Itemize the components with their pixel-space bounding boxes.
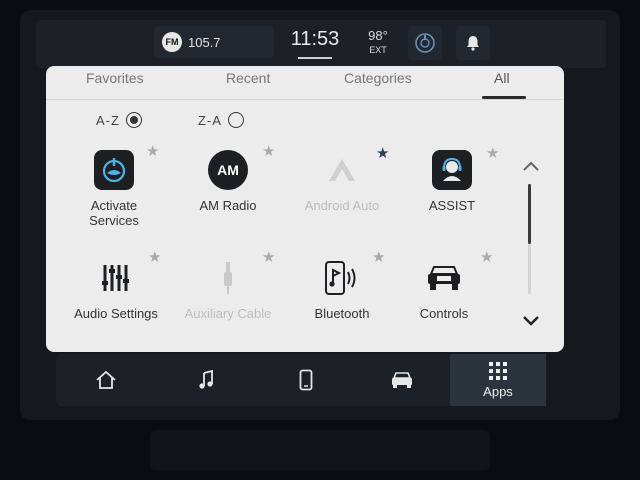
tab-categories[interactable]: Categories bbox=[344, 70, 412, 86]
temperature-value: 98° bbox=[368, 28, 388, 43]
favorite-star-icon[interactable]: ★ bbox=[262, 142, 275, 160]
now-playing-radio[interactable]: FM 105.7 bbox=[154, 26, 274, 58]
sort-za-option[interactable]: Z-A bbox=[198, 112, 244, 128]
nav-vehicle-button[interactable] bbox=[362, 354, 442, 406]
app-label: Bluetooth bbox=[314, 306, 370, 321]
app-label: Android Auto bbox=[304, 198, 380, 213]
clock-underline bbox=[298, 57, 332, 59]
am-radio-icon: AM bbox=[208, 150, 248, 190]
app-label: Activate Services bbox=[89, 198, 139, 228]
activate-services-icon bbox=[94, 150, 134, 190]
assist-headset-icon bbox=[432, 150, 472, 190]
nav-apps-button[interactable]: Apps bbox=[450, 354, 546, 406]
app-label: AM Radio bbox=[199, 198, 257, 213]
sort-az-radio[interactable] bbox=[125, 112, 142, 128]
favorite-star-icon[interactable]: ★ bbox=[486, 144, 499, 162]
status-bar: FM 105.7 11:53 98° EXT bbox=[36, 20, 606, 68]
sort-za-radio[interactable] bbox=[227, 112, 244, 128]
bottom-nav-bar: Apps bbox=[56, 354, 546, 406]
app-label: Controls bbox=[419, 306, 469, 321]
android-auto-icon bbox=[329, 159, 355, 181]
app-label: Auxiliary Cable bbox=[184, 306, 272, 321]
nav-apps-label: Apps bbox=[483, 384, 513, 399]
temperature-label: EXT bbox=[369, 45, 387, 55]
station-frequency: 105.7 bbox=[188, 34, 221, 50]
nav-phone-button[interactable] bbox=[266, 354, 346, 406]
favorite-star-icon[interactable]: ★ bbox=[376, 144, 389, 162]
sort-az-label: A-Z bbox=[96, 112, 120, 128]
apps-tabs: Favorites Recent Categories All bbox=[46, 66, 564, 100]
nav-home-button[interactable] bbox=[66, 354, 146, 406]
app-label: ASSIST bbox=[428, 198, 476, 213]
outside-temperature: 98° EXT bbox=[358, 28, 398, 55]
sort-za-label: Z-A bbox=[198, 112, 222, 128]
bell-icon bbox=[467, 36, 479, 51]
tab-favorites[interactable]: Favorites bbox=[86, 70, 144, 86]
favorite-star-icon[interactable]: ★ bbox=[146, 142, 159, 160]
truck-controls-icon bbox=[428, 266, 460, 290]
favorite-star-icon[interactable]: ★ bbox=[480, 248, 493, 266]
nav-media-button[interactable] bbox=[166, 354, 246, 406]
bluetooth-phone-icon bbox=[325, 261, 356, 295]
favorite-star-icon[interactable]: ★ bbox=[372, 248, 385, 266]
favorite-star-icon[interactable]: ★ bbox=[148, 248, 161, 266]
truck-icon bbox=[392, 372, 412, 388]
music-note-icon bbox=[199, 370, 213, 389]
scrollbar-thumb[interactable] bbox=[528, 184, 531, 244]
app-activate-services[interactable]: Activate Services bbox=[58, 148, 170, 228]
notifications-button[interactable] bbox=[456, 26, 490, 60]
sort-az-option[interactable]: A-Z bbox=[96, 112, 142, 128]
apps-grid-icon bbox=[489, 362, 507, 380]
driver-assist-icon bbox=[415, 33, 435, 53]
favorite-star-icon[interactable]: ★ bbox=[262, 248, 275, 266]
scroll-up-chevron-icon[interactable] bbox=[520, 156, 542, 176]
active-tab-indicator bbox=[482, 96, 526, 99]
equalizer-icon bbox=[102, 265, 129, 291]
driver-assist-button[interactable] bbox=[408, 26, 442, 60]
aux-cable-icon bbox=[224, 262, 232, 294]
app-label: Audio Settings bbox=[74, 306, 158, 321]
apps-panel: Favorites Recent Categories All A-Z Z-A … bbox=[46, 66, 564, 352]
fm-badge: FM bbox=[162, 32, 182, 52]
tab-recent[interactable]: Recent bbox=[226, 70, 270, 86]
phone-icon bbox=[299, 369, 313, 391]
display-stand bbox=[150, 430, 490, 470]
tab-all[interactable]: All bbox=[494, 70, 510, 86]
home-icon bbox=[96, 370, 116, 389]
scroll-down-chevron-icon[interactable] bbox=[520, 310, 542, 330]
clock-time: 11:53 bbox=[290, 28, 340, 50]
